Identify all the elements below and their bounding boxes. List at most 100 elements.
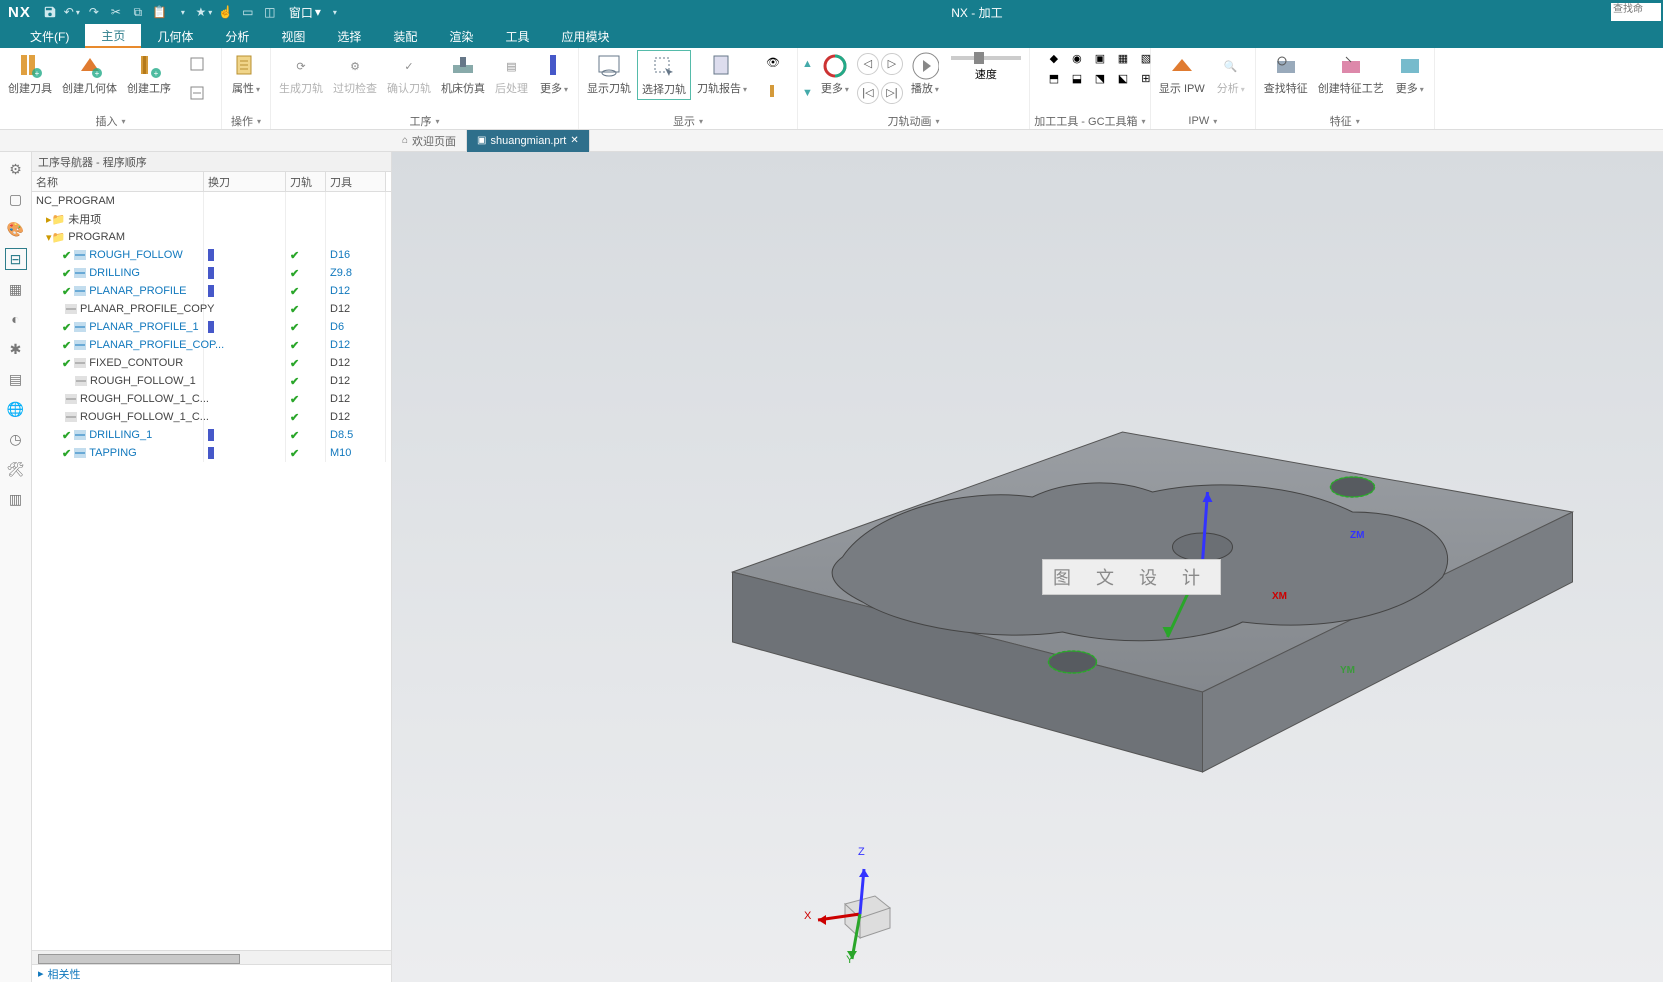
menu-view[interactable]: 视图 bbox=[265, 24, 321, 48]
menu-tools[interactable]: 工具 bbox=[489, 24, 545, 48]
anim-down-icon[interactable]: ▼ bbox=[802, 87, 813, 99]
create-operation-button[interactable]: +创建工序 bbox=[123, 50, 175, 98]
row-unused[interactable]: ▸📁未用项 bbox=[32, 210, 391, 228]
select-toolpath-button[interactable]: 选择刀轨 bbox=[637, 50, 691, 100]
ipw-group-label[interactable]: IPW bbox=[1155, 113, 1251, 129]
rb-analysis-icon[interactable]: ✱ bbox=[5, 338, 27, 360]
ym-label: YM bbox=[1340, 665, 1355, 676]
insert-small1-icon[interactable] bbox=[177, 54, 217, 74]
speed-slider[interactable] bbox=[951, 56, 1021, 60]
rb-machine-icon[interactable]: ▦ bbox=[5, 278, 27, 300]
display-eye-icon[interactable]: 👁 bbox=[753, 54, 793, 71]
ops-more-button[interactable]: 更多 bbox=[534, 50, 574, 98]
tab-welcome[interactable]: ⌂欢迎页面 bbox=[392, 130, 467, 152]
op-row[interactable]: ROUGH_FOLLOW_1_C...✔D12 bbox=[32, 390, 391, 408]
row-program[interactable]: ▾📁PROGRAM bbox=[32, 228, 391, 246]
op-row[interactable]: ✔PLANAR_PROFILE_1✔D6 bbox=[32, 318, 391, 336]
menu-geometry[interactable]: 几何体 bbox=[141, 24, 209, 48]
rb-report-icon[interactable]: ▤ bbox=[5, 368, 27, 390]
anim-up-icon[interactable]: ▲ bbox=[802, 58, 813, 70]
menu-home[interactable]: 主页 bbox=[85, 24, 141, 48]
action-group-label[interactable]: 操作 bbox=[226, 113, 266, 129]
anim-group-label[interactable]: 刀轨动画 bbox=[802, 113, 1025, 129]
feature-more-label: 更多 bbox=[1396, 80, 1424, 96]
play-button[interactable]: 播放 bbox=[905, 50, 945, 98]
view-triad[interactable]: X Y Z bbox=[800, 844, 920, 964]
insert-small2-icon[interactable] bbox=[177, 83, 217, 103]
properties-button[interactable]: 属性 bbox=[226, 50, 266, 98]
create-geom-button[interactable]: +创建几何体 bbox=[58, 50, 121, 98]
show-ipw-button[interactable]: 显示 IPW bbox=[1155, 50, 1209, 98]
gctools-group-label[interactable]: 加工工具 - GC工具箱 bbox=[1034, 113, 1146, 129]
feature-more-button[interactable]: 更多 bbox=[1390, 50, 1430, 98]
toolpath-report-button[interactable]: 刀轨报告 bbox=[693, 50, 751, 98]
op-row[interactable]: ✔PLANAR_PROFILE✔D12 bbox=[32, 282, 391, 300]
machine-sim-button[interactable]: 机床仿真 bbox=[437, 50, 489, 98]
qat-more-icon[interactable] bbox=[173, 3, 191, 21]
save-icon[interactable] bbox=[41, 3, 59, 21]
rb-part-icon[interactable]: ◐ bbox=[5, 308, 27, 330]
navigator-hscrollbar[interactable] bbox=[32, 950, 391, 964]
menu-file[interactable]: 文件(F) bbox=[14, 24, 85, 48]
op-row[interactable]: ROUGH_FOLLOW_1✔D12 bbox=[32, 372, 391, 390]
create-tool-button[interactable]: +创建刀具 bbox=[4, 50, 56, 98]
step-back-icon[interactable]: ◁ bbox=[857, 53, 879, 75]
rb-library-icon[interactable]: ▥ bbox=[5, 488, 27, 510]
rb-box-icon[interactable]: ▢ bbox=[5, 188, 27, 210]
insert-group-label[interactable]: 插入 bbox=[4, 113, 217, 129]
rb-web-icon[interactable]: 🌐 bbox=[5, 398, 27, 420]
show-toolpath-button[interactable]: 显示刀轨 bbox=[583, 50, 635, 98]
undo-icon[interactable]: ↶ bbox=[63, 3, 81, 21]
svg-text:+: + bbox=[35, 69, 40, 78]
rb-palette-icon[interactable]: 🎨 bbox=[5, 218, 27, 240]
feature-group-label[interactable]: 特征 bbox=[1260, 113, 1430, 129]
op-row[interactable]: ✔TAPPING✔M10 bbox=[32, 444, 391, 462]
row-root[interactable]: NC_PROGRAM bbox=[32, 192, 391, 210]
ops-group-label[interactable]: 工序 bbox=[275, 113, 574, 129]
navigator-related[interactable]: ▸相关性 bbox=[32, 964, 391, 982]
rb-history-icon[interactable]: ◷ bbox=[5, 428, 27, 450]
op-row[interactable]: ✔DRILLING✔Z9.8 bbox=[32, 264, 391, 282]
menu-analysis[interactable]: 分析 bbox=[209, 24, 265, 48]
prev-frame-icon[interactable]: |◁ bbox=[857, 82, 879, 104]
op-row[interactable]: ✔ROUGH_FOLLOW✔D16 bbox=[32, 246, 391, 264]
menu-render[interactable]: 渲染 bbox=[433, 24, 489, 48]
menu-application[interactable]: 应用模块 bbox=[545, 24, 625, 48]
op-row[interactable]: ✔PLANAR_PROFILE_COP...✔D12 bbox=[32, 336, 391, 354]
redo-icon[interactable]: ↷ bbox=[85, 3, 103, 21]
window-dropdown[interactable]: 窗口▾ bbox=[289, 4, 321, 21]
anim-more-button[interactable]: 更多 bbox=[815, 50, 855, 98]
qat-chevron-icon[interactable] bbox=[325, 3, 343, 21]
layout1-icon[interactable]: ▭ bbox=[239, 3, 257, 21]
col-toolchange[interactable]: 换刀 bbox=[204, 172, 286, 191]
tab-active-part[interactable]: ▣shuangmian.prt✕ bbox=[467, 130, 590, 152]
graphics-viewport[interactable]: XM YM ZM 图 文 设 计 X Y Z bbox=[392, 152, 1663, 982]
display-tool-icon[interactable] bbox=[753, 82, 793, 102]
next-frame-icon[interactable]: ▷| bbox=[881, 82, 903, 104]
op-row[interactable]: PLANAR_PROFILE_COPY✔D12 bbox=[32, 300, 391, 318]
rb-opnav-icon[interactable]: ⊟ bbox=[5, 248, 27, 270]
col-name[interactable]: 名称 bbox=[32, 172, 204, 191]
col-toolpath[interactable]: 刀轨 bbox=[286, 172, 326, 191]
op-row[interactable]: ✔DRILLING_1✔D8.5 bbox=[32, 426, 391, 444]
copy-icon[interactable]: ⧉ bbox=[129, 3, 147, 21]
rb-settings-icon[interactable]: ⚙ bbox=[5, 158, 27, 180]
rb-tools-icon[interactable]: 🛠 bbox=[5, 458, 27, 480]
layout2-icon[interactable]: ◫ bbox=[261, 3, 279, 21]
step-fwd-icon[interactable]: ▷ bbox=[881, 53, 903, 75]
search-box[interactable] bbox=[1611, 3, 1661, 21]
menu-assembly[interactable]: 装配 bbox=[377, 24, 433, 48]
cut-icon[interactable]: ✂ bbox=[107, 3, 125, 21]
find-feature-button[interactable]: 查找特征 bbox=[1260, 50, 1312, 98]
favorites-icon[interactable]: ★ bbox=[195, 3, 213, 21]
menu-select[interactable]: 选择 bbox=[321, 24, 377, 48]
display-group-label[interactable]: 显示 bbox=[583, 113, 793, 129]
search-input[interactable] bbox=[1611, 3, 1661, 16]
col-tool[interactable]: 刀具 bbox=[326, 172, 386, 191]
touch-icon[interactable]: ☝ bbox=[217, 3, 235, 21]
op-row[interactable]: ROUGH_FOLLOW_1_C...✔D12 bbox=[32, 408, 391, 426]
op-row[interactable]: ✔FIXED_CONTOUR✔D12 bbox=[32, 354, 391, 372]
paste-icon[interactable]: 📋 bbox=[151, 3, 169, 21]
teach-feature-button[interactable]: 创建特征工艺 bbox=[1314, 50, 1388, 98]
close-icon[interactable]: ✕ bbox=[570, 135, 578, 146]
